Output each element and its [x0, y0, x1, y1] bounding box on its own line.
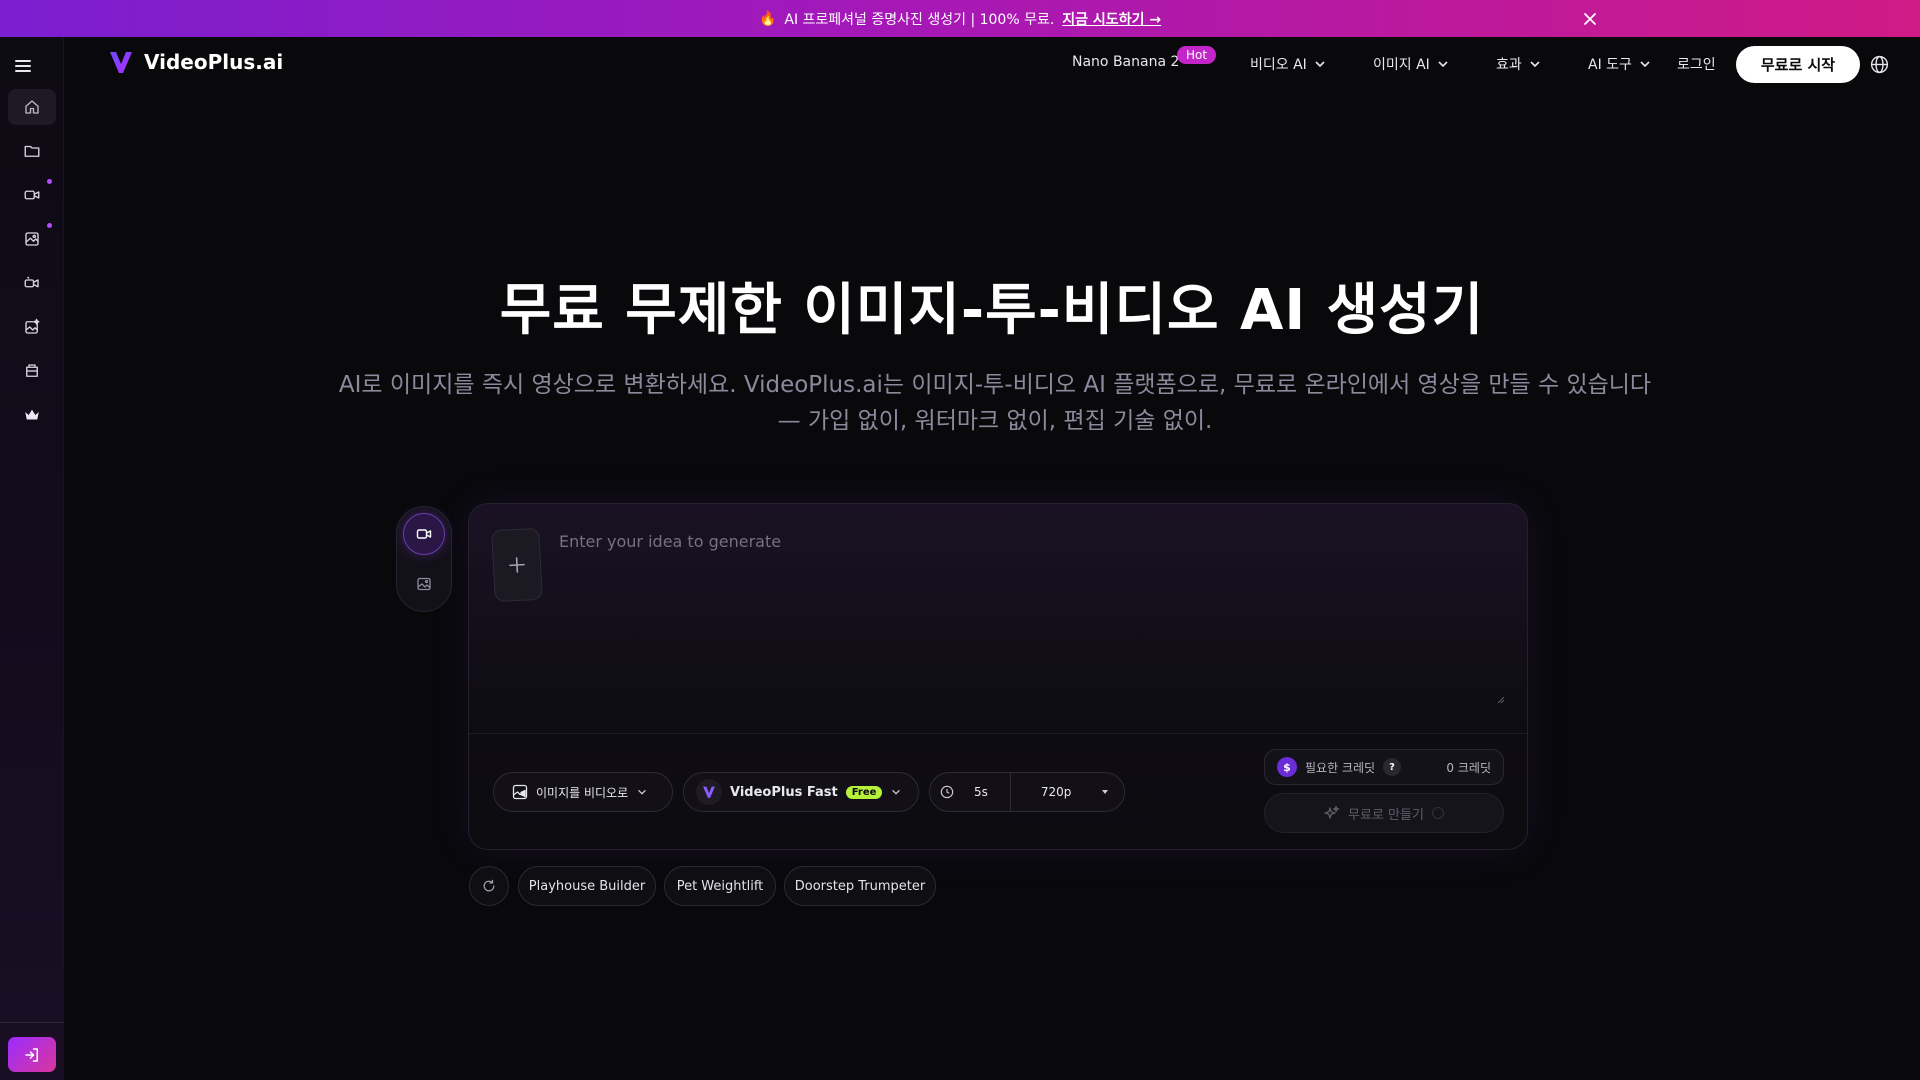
image-to-video-icon	[512, 784, 528, 800]
nav-effects-label: 효과	[1496, 57, 1522, 73]
nav-ai-tools-label: AI 도구	[1588, 57, 1632, 73]
nav-nano-banana[interactable]: Nano Banana 2	[1072, 54, 1179, 70]
top-nav: VideoPlus.ai Nano Banana 2 Hot 비디오 AI 이미…	[64, 37, 1920, 93]
login-link[interactable]: 로그인	[1677, 54, 1716, 74]
new-indicator-dot	[47, 223, 52, 228]
nav-image-ai[interactable]: 이미지 AI	[1373, 54, 1450, 74]
sidebar-item-ai-tools[interactable]	[8, 353, 56, 389]
suggestion-chip[interactable]: Doorstep Trumpeter	[784, 866, 936, 906]
sidebar-login-button[interactable]	[8, 1037, 56, 1072]
credits-required: $ 필요한 크레딧 ? 0 크레딧	[1264, 749, 1504, 785]
mode-select[interactable]: 이미지를 비디오로	[493, 772, 673, 812]
generator-panel: 이미지를 비디오로 VideoPlus Fast Free 5s 720p $ …	[468, 503, 1528, 850]
create-button[interactable]: 무료로 만들기	[1264, 793, 1504, 833]
credits-label: 필요한 크레딧	[1305, 760, 1376, 775]
nav-video-ai[interactable]: 비디오 AI	[1250, 54, 1327, 74]
video-ai-icon	[24, 190, 40, 200]
promo-banner: 🔥 AI 프로페셔널 증명사진 생성기 | 100% 무료. 지금 시도하기 →	[0, 0, 1920, 37]
image-icon	[417, 577, 431, 591]
nav-effects[interactable]: 효과	[1496, 54, 1542, 74]
panel-divider	[469, 733, 1527, 734]
mode-select-label: 이미지를 비디오로	[536, 785, 629, 800]
sidebar-item-home[interactable]	[8, 89, 56, 125]
page-subtitle: AI로 이미지를 즉시 영상으로 변환하세요. VideoPlus.ai는 이미…	[338, 372, 1652, 434]
chevron-down-icon	[1315, 61, 1325, 68]
sidebar	[0, 37, 64, 1080]
credit-coin-icon: $	[1277, 757, 1297, 777]
model-logo-icon	[696, 779, 722, 805]
start-free-button[interactable]: 무료로 시작	[1736, 46, 1860, 83]
menu-icon[interactable]	[13, 56, 33, 76]
image-effects-icon	[25, 318, 40, 334]
refresh-icon	[483, 879, 495, 892]
resize-handle-icon[interactable]	[1495, 694, 1505, 704]
ai-tools-icon	[26, 364, 38, 377]
video-settings[interactable]: 5s 720p	[929, 772, 1125, 812]
sidebar-item-image-effects[interactable]	[8, 309, 56, 345]
prompt-input[interactable]	[559, 532, 1509, 712]
video-camera-icon	[416, 529, 432, 539]
logo-text: VideoPlus.ai	[144, 50, 284, 74]
home-icon	[25, 100, 39, 114]
fire-icon: 🔥	[758, 10, 777, 27]
sparkle-icon	[1324, 805, 1340, 819]
suggestion-chip[interactable]: Pet Weightlift	[664, 866, 776, 906]
chevron-down-icon	[638, 789, 647, 795]
crown-icon	[25, 409, 39, 420]
suggestion-chip[interactable]: Playhouse Builder	[518, 866, 656, 906]
loading-spinner-icon	[1431, 807, 1444, 819]
create-button-label: 무료로 만들기	[1348, 807, 1424, 823]
page-title: 무료 무제한 이미지-투-비디오 AI 생성기	[499, 278, 1485, 343]
sidebar-item-files[interactable]	[8, 133, 56, 169]
globe-icon[interactable]	[1869, 54, 1890, 75]
logo[interactable]: VideoPlus.ai	[108, 49, 283, 75]
nav-image-ai-label: 이미지 AI	[1373, 57, 1430, 73]
help-icon[interactable]: ?	[1383, 758, 1402, 776]
new-indicator-dot	[47, 179, 52, 184]
image-ai-icon	[25, 232, 39, 246]
model-select[interactable]: VideoPlus Fast Free	[683, 772, 919, 812]
duration-value[interactable]: 5s	[974, 785, 988, 799]
resolution-value[interactable]: 720p	[1041, 785, 1072, 799]
refresh-suggestions-button[interactable]	[469, 866, 509, 906]
chevron-down-icon	[1530, 61, 1540, 68]
nav-ai-tools[interactable]: AI 도구	[1588, 54, 1652, 74]
login-icon	[25, 1047, 38, 1062]
promo-text: AI 프로페셔널 증명사진 생성기 | 100% 무료.	[784, 11, 1055, 28]
video-mode-button[interactable]	[403, 513, 445, 555]
sidebar-item-image-ai[interactable]	[8, 221, 56, 257]
model-name: VideoPlus Fast	[730, 784, 838, 800]
credits-value: 0 크레딧	[1446, 760, 1491, 775]
generation-mode-switch	[396, 506, 452, 612]
clock-icon	[940, 785, 954, 799]
caret-down-icon	[1102, 790, 1109, 794]
promo-cta-link[interactable]: 지금 시도하기 →	[1062, 9, 1161, 29]
video-effects-icon	[24, 276, 39, 288]
settings-divider	[1009, 773, 1011, 811]
sidebar-item-video-effects[interactable]	[8, 265, 56, 301]
close-icon[interactable]	[1580, 9, 1600, 29]
sidebar-divider	[0, 1022, 64, 1023]
chevron-down-icon	[1640, 61, 1650, 68]
folder-icon	[24, 145, 40, 157]
nav-video-ai-label: 비디오 AI	[1250, 57, 1307, 73]
sidebar-item-premium[interactable]	[8, 397, 56, 433]
plus-icon	[509, 557, 525, 573]
chevron-down-icon	[892, 789, 901, 795]
upload-image-button[interactable]	[491, 527, 543, 603]
sidebar-item-video-ai[interactable]	[8, 177, 56, 213]
chevron-down-icon	[1438, 61, 1448, 68]
hot-badge: Hot	[1177, 46, 1217, 64]
free-badge: Free	[845, 785, 883, 799]
image-mode-button[interactable]	[403, 563, 445, 605]
logo-mark-icon	[110, 52, 132, 73]
